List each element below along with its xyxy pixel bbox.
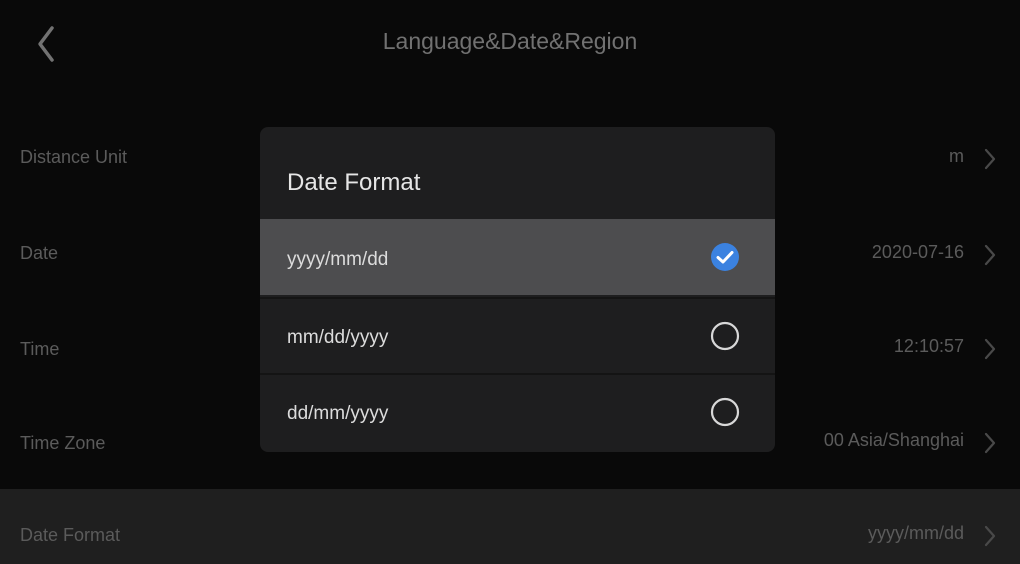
radio-unchecked-icon[interactable] <box>709 320 741 352</box>
dialog-title: Date Format <box>287 169 421 196</box>
option-label: yyyy/mm/dd <box>287 249 389 270</box>
option-dd-mm-yyyy[interactable]: dd/mm/yyyy <box>260 373 775 451</box>
option-yyyy-mm-dd[interactable]: yyyy/mm/dd <box>260 219 775 295</box>
checked-circle-icon[interactable] <box>709 241 741 273</box>
option-label: mm/dd/yyyy <box>287 327 389 348</box>
option-label: dd/mm/yyyy <box>287 403 389 424</box>
date-format-dialog: Date Format yyyy/mm/dd mm/dd/yyyy dd/mm/… <box>260 127 775 452</box>
radio-unchecked-icon[interactable] <box>709 396 741 428</box>
option-mm-dd-yyyy[interactable]: mm/dd/yyyy <box>260 297 775 375</box>
